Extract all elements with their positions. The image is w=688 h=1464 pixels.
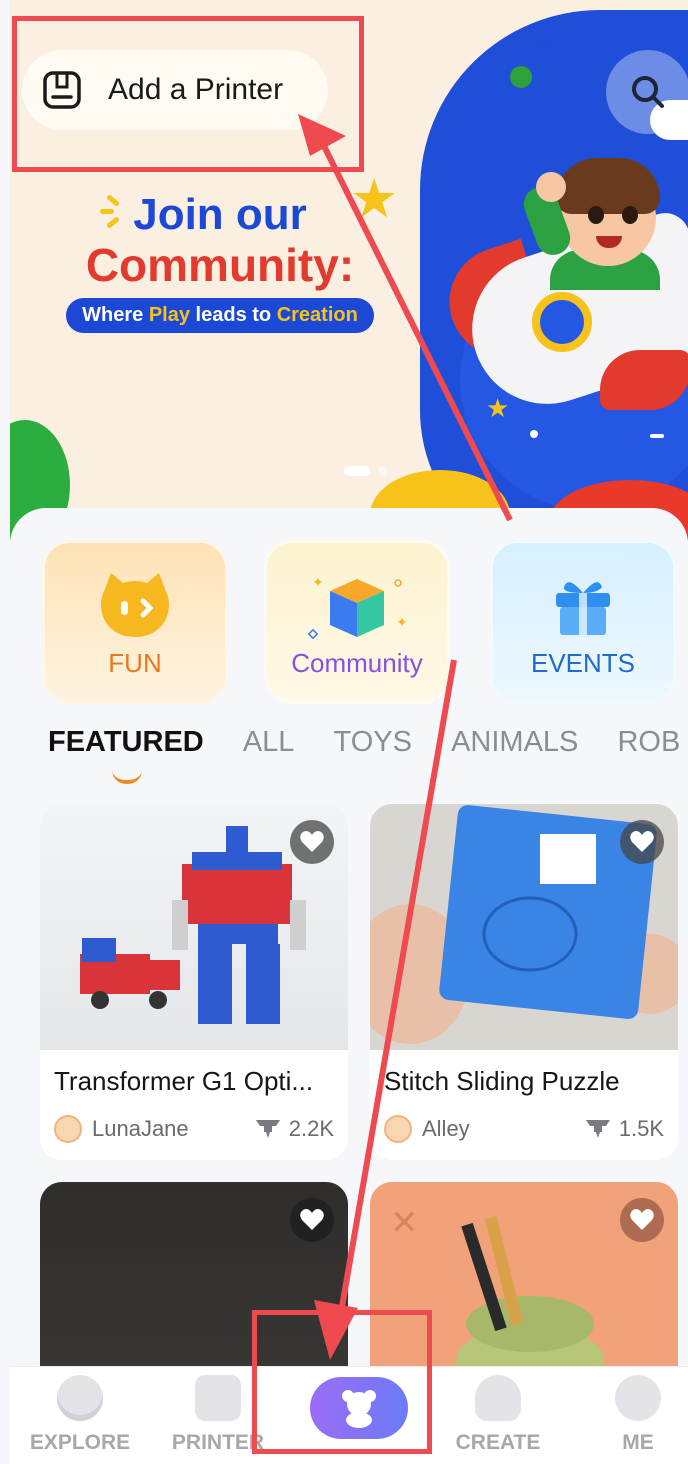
banner-title-line2: Community: xyxy=(85,239,355,291)
banner-pager xyxy=(344,466,388,476)
svg-text:✦: ✦ xyxy=(312,575,324,591)
planet-icon xyxy=(57,1375,103,1421)
printer-icon xyxy=(195,1375,241,1421)
nav-create[interactable]: CREATE xyxy=(438,1367,558,1464)
face-icon xyxy=(615,1375,661,1421)
banner-headline: Join our Community: Where Play leads to … xyxy=(10,190,430,333)
search-icon xyxy=(632,76,664,108)
avatar xyxy=(54,1115,82,1143)
avatar xyxy=(384,1115,412,1143)
category-fun[interactable]: FUN xyxy=(42,540,228,704)
nav-label: PRINTER xyxy=(171,1431,265,1454)
tagline-text: leads to xyxy=(190,304,277,326)
annotation-box-add-printer xyxy=(12,16,364,172)
favorite-button[interactable] xyxy=(290,820,334,864)
annotation-box-community-tab xyxy=(252,1310,432,1454)
print-count-icon xyxy=(255,1120,280,1138)
tab-animals[interactable]: ANIMALS xyxy=(451,726,578,759)
category-community[interactable]: ✦ ✦ Community xyxy=(264,540,450,704)
app-screen: ✦ ★ ★ Join our Community: Where Play lea… xyxy=(0,0,688,1464)
tagline-text: Where xyxy=(82,304,149,326)
category-label: FUN xyxy=(108,648,162,678)
nav-label: CREATE xyxy=(455,1431,541,1454)
heart-icon xyxy=(630,831,654,852)
nav-label: EXPLORE xyxy=(29,1431,131,1454)
category-label: EVENTS xyxy=(530,648,636,678)
pager-dot-active xyxy=(344,466,370,476)
banner-decoration xyxy=(530,430,538,438)
svg-text:✕: ✕ xyxy=(390,1203,419,1243)
pager-dot xyxy=(378,466,388,476)
banner-decoration xyxy=(650,434,664,438)
search-button[interactable] xyxy=(606,50,688,134)
author-name[interactable]: Alley xyxy=(422,1116,585,1142)
favorite-button[interactable] xyxy=(620,820,664,864)
model-card[interactable]: Stitch Sliding Puzzle Alley 1.5K xyxy=(370,804,678,1160)
nav-explore[interactable]: EXPLORE xyxy=(20,1367,140,1464)
banner-decoration xyxy=(510,66,532,88)
tab-all[interactable]: ALL xyxy=(243,726,295,759)
svg-text:✦: ✦ xyxy=(396,615,408,631)
tab-featured[interactable]: FEATURED xyxy=(48,726,204,759)
category-events[interactable]: EVENTS xyxy=(490,540,676,704)
tab-robots[interactable]: ROB xyxy=(617,726,680,759)
model-meta: Alley 1.5K xyxy=(384,1112,664,1146)
author-name[interactable]: LunaJane xyxy=(92,1116,255,1142)
nav-label: ME xyxy=(622,1431,654,1454)
cat-face-icon xyxy=(101,573,169,637)
banner-tagline: Where Play leads to Creation xyxy=(66,298,374,333)
tab-toys[interactable]: TOYS xyxy=(334,726,412,759)
print-count: 2.2K xyxy=(288,1116,334,1141)
print-count-icon xyxy=(585,1120,610,1138)
model-meta: LunaJane 2.2K xyxy=(54,1112,334,1146)
gift-icon xyxy=(556,582,610,635)
favorite-button[interactable] xyxy=(290,1198,334,1242)
tagline-highlight: Creation xyxy=(276,304,358,326)
nav-me[interactable]: ME xyxy=(578,1367,688,1464)
lightbulb-icon xyxy=(475,1375,521,1421)
model-title: Transformer G1 Opti... xyxy=(54,1066,314,1096)
heart-icon xyxy=(300,831,324,852)
print-count: 1.5K xyxy=(618,1116,664,1141)
favorite-button[interactable] xyxy=(620,1198,664,1242)
sparkle-icon: ✦ xyxy=(536,24,562,59)
category-label: Community xyxy=(291,648,423,678)
filter-tabs: FEATURED ALL TOYS ANIMALS ROB xyxy=(48,726,688,786)
heart-icon xyxy=(630,1209,654,1230)
tagline-highlight: Play xyxy=(148,304,190,326)
model-card[interactable]: Transformer G1 Opti... LunaJane 2.2K xyxy=(40,804,348,1160)
model-title: Stitch Sliding Puzzle xyxy=(384,1066,620,1096)
banner-title-line1: Join our xyxy=(133,190,307,239)
heart-icon xyxy=(300,1209,324,1230)
kid-illustration xyxy=(519,150,670,290)
cube-icon: ✦ ✦ xyxy=(307,575,408,640)
